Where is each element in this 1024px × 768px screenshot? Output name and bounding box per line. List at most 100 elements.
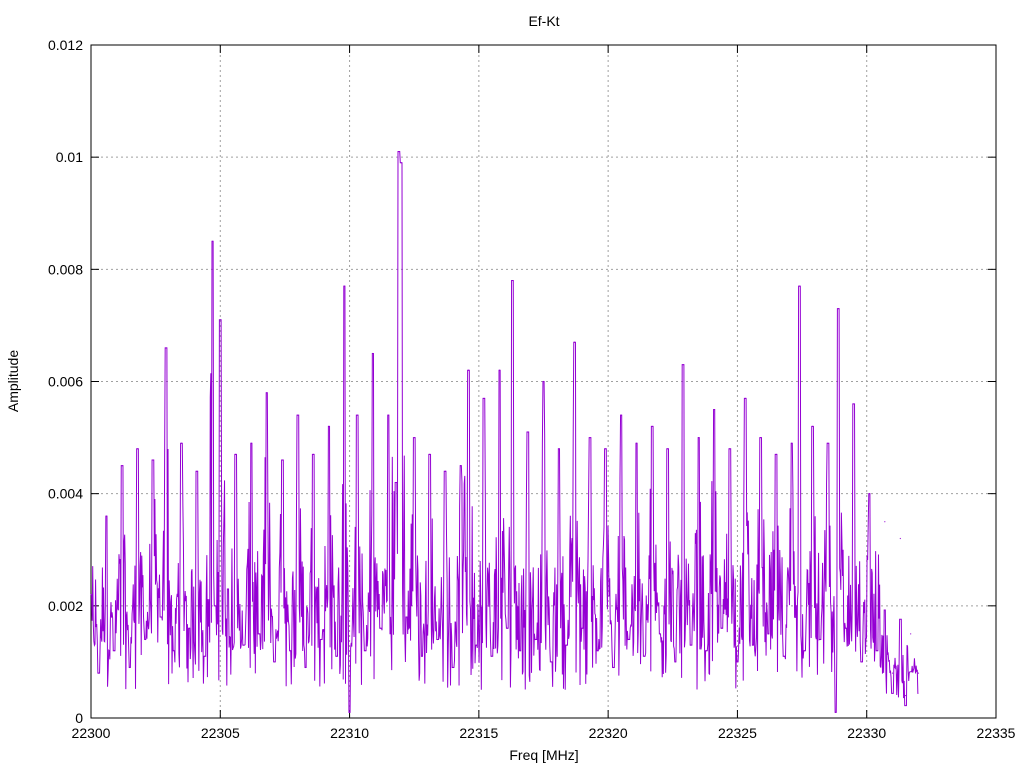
data-point — [398, 150, 400, 153]
data-point — [519, 650, 521, 652]
data-point — [597, 650, 599, 652]
data-point — [336, 655, 338, 657]
data-point — [475, 644, 477, 646]
y-tick-label: 0.006 — [48, 374, 83, 390]
chart-background — [0, 0, 1024, 768]
data-point — [604, 448, 607, 450]
data-point — [90, 594, 92, 596]
x-tick-label: 22315 — [459, 725, 498, 741]
data-point — [651, 425, 653, 427]
x-axis-label: Freq [MHz] — [509, 747, 578, 763]
data-point — [713, 408, 715, 411]
data-point — [752, 644, 754, 646]
data-point — [436, 638, 439, 641]
data-point — [589, 436, 591, 439]
data-point — [305, 666, 307, 669]
data-point — [400, 162, 402, 164]
data-point — [160, 616, 162, 618]
data-point — [105, 515, 108, 517]
data-point — [527, 431, 529, 433]
data-point — [853, 403, 855, 405]
data-point — [429, 453, 431, 456]
data-point — [380, 627, 382, 629]
x-tick-label: 22335 — [977, 725, 1016, 741]
data-point — [910, 633, 912, 635]
data-point — [798, 285, 801, 287]
data-point — [113, 650, 115, 652]
chart-title: Ef-Kt — [528, 13, 559, 29]
data-point — [705, 650, 708, 652]
data-point — [483, 397, 485, 399]
x-tick-label: 22300 — [72, 725, 111, 741]
data-point — [917, 672, 920, 674]
data-point — [395, 481, 397, 484]
data-point — [258, 633, 260, 635]
data-point — [98, 672, 100, 674]
data-point — [827, 442, 829, 444]
data-point — [214, 605, 216, 607]
data-point — [775, 453, 777, 456]
data-point — [413, 436, 415, 439]
data-point — [227, 588, 229, 590]
data-point — [165, 347, 167, 349]
data-point — [612, 666, 614, 669]
data-point — [491, 655, 493, 657]
x-tick-label: 22330 — [847, 725, 886, 741]
data-point — [348, 711, 351, 713]
data-point — [736, 661, 739, 663]
data-point — [498, 369, 501, 371]
data-point — [811, 425, 814, 427]
data-point — [819, 638, 821, 641]
data-point — [566, 644, 568, 646]
y-tick-label: 0 — [75, 710, 83, 726]
data-point — [667, 448, 669, 450]
x-tick-label: 22320 — [589, 725, 628, 741]
data-point — [452, 666, 454, 669]
data-point — [372, 352, 374, 355]
data-point — [550, 661, 552, 663]
x-tick-label: 22305 — [201, 725, 240, 741]
data-point — [356, 414, 358, 416]
data-point — [235, 453, 237, 456]
data-point — [767, 633, 770, 635]
data-point — [643, 655, 645, 657]
x-tick-label: 22310 — [330, 725, 369, 741]
data-point — [620, 414, 622, 416]
data-point — [690, 644, 692, 646]
data-point — [891, 672, 894, 674]
data-point — [674, 661, 676, 663]
data-point — [783, 655, 785, 657]
data-point — [698, 436, 700, 439]
data-point — [312, 453, 314, 456]
data-point — [659, 633, 661, 635]
data-point — [364, 650, 366, 652]
data-point — [343, 285, 345, 287]
data-point — [876, 650, 878, 652]
y-tick-label: 0.008 — [48, 261, 83, 277]
data-point — [835, 711, 837, 713]
data-point — [121, 465, 123, 467]
data-point — [791, 442, 793, 444]
data-point — [320, 638, 322, 641]
y-tick-label: 0.01 — [56, 149, 83, 165]
data-point — [180, 442, 183, 444]
y-tick-label: 0.002 — [48, 598, 83, 614]
data-point — [188, 627, 190, 629]
data-point — [196, 470, 198, 472]
data-point — [387, 414, 389, 416]
data-point — [506, 627, 508, 629]
data-point — [250, 442, 252, 444]
data-point — [152, 459, 154, 461]
data-point — [542, 380, 545, 383]
data-point — [467, 369, 470, 371]
data-point — [804, 650, 806, 652]
data-point — [136, 448, 139, 450]
data-point — [444, 470, 446, 472]
data-point — [405, 616, 408, 618]
data-point — [144, 638, 146, 641]
data-point — [129, 666, 131, 669]
data-point — [682, 364, 684, 366]
data-point — [273, 661, 276, 663]
data-point — [219, 319, 221, 321]
data-point — [558, 448, 560, 450]
